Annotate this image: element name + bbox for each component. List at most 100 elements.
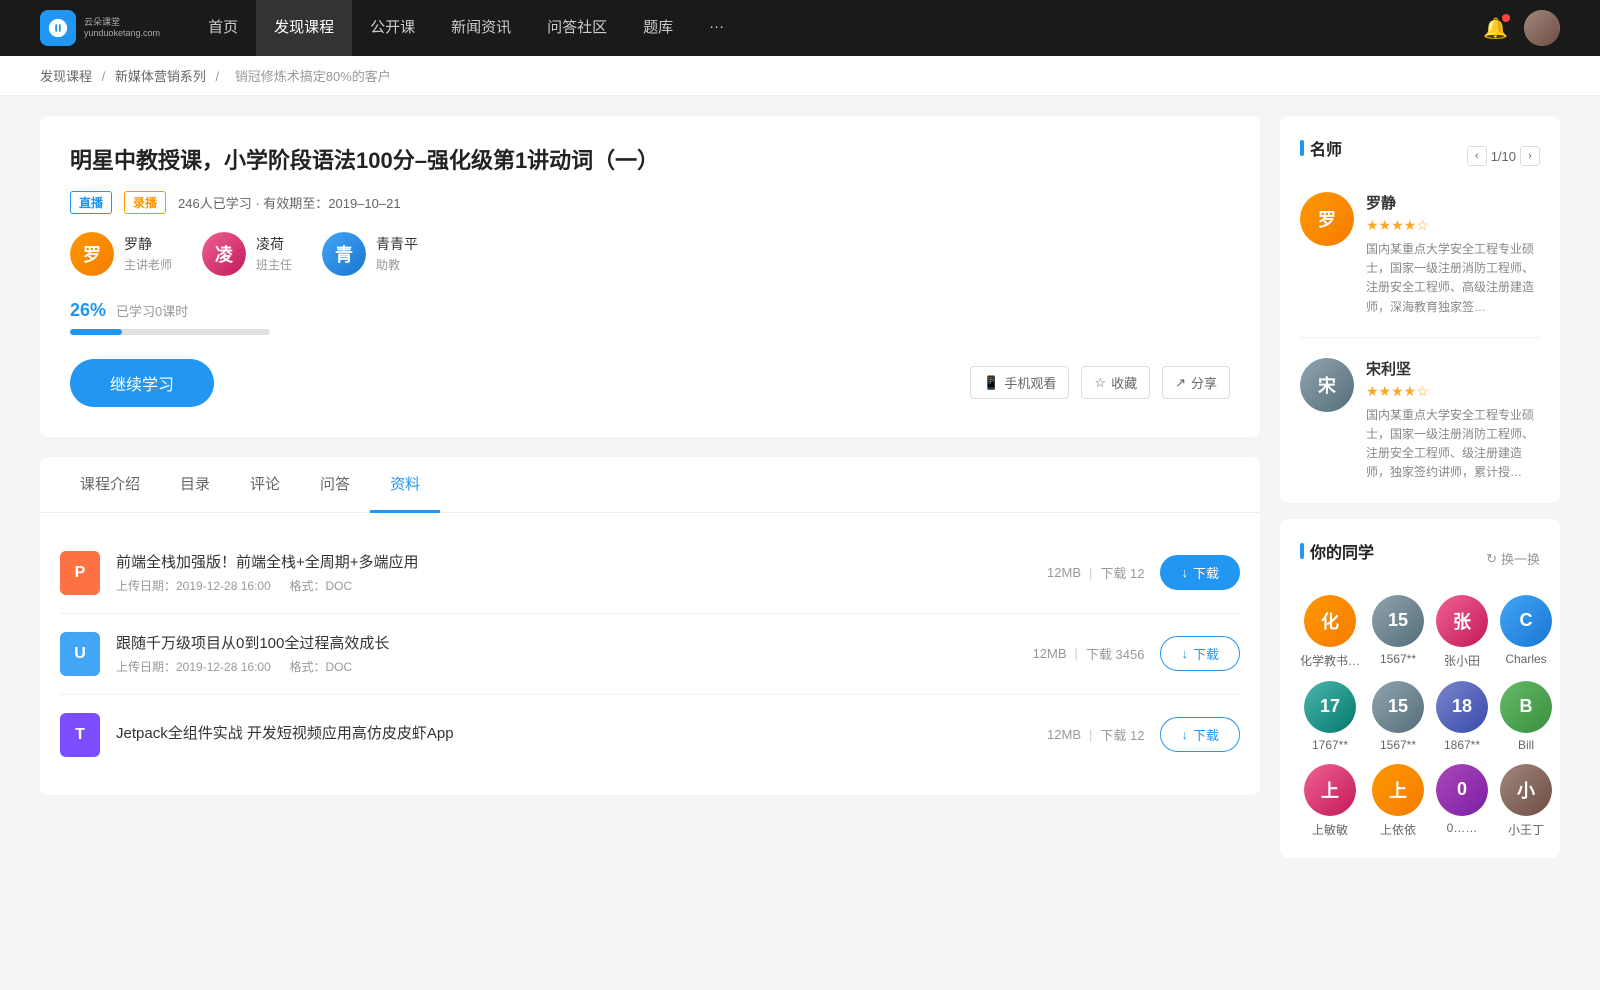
share-icon: ↗ — [1175, 375, 1186, 391]
file-name-0: 前端全栈加强版！前端全栈+全周期+多端应用 — [116, 551, 1031, 572]
course-card: 明星中教授课，小学阶段语法100分–强化级第1讲动词（一） 直播 录播 246人… — [40, 116, 1260, 437]
classmate-name-1: 1567** — [1380, 652, 1416, 666]
sidebar-teacher-info-0: 罗静 ★★★★☆ 国内某重点大学安全工程专业硕士，国家一级注册消防工程师、注册安… — [1366, 192, 1540, 317]
file-meta-0: 上传日期：2019-12-28 16:00 格式：DOC — [116, 577, 1031, 594]
star-icon: ☆ — [1094, 375, 1106, 391]
tab-qa[interactable]: 问答 — [300, 457, 370, 513]
tabs-header: 课程介绍 目录 评论 问答 资料 — [40, 457, 1260, 513]
progress-pct: 26% — [70, 300, 106, 321]
action-buttons: 📱 手机观看 ☆ 收藏 ↗ 分享 — [970, 366, 1230, 399]
file-stats-1: 12MB | 下载 3456 — [1033, 644, 1145, 663]
continue-button[interactable]: 继续学习 — [70, 359, 214, 407]
classmate-6[interactable]: 18 1867** — [1436, 681, 1488, 752]
classmate-name-4: 1767** — [1312, 738, 1348, 752]
classmate-11[interactable]: 小 小王丁 — [1500, 764, 1552, 838]
file-downloads-0: 下载 12 — [1100, 563, 1144, 582]
download-button-2[interactable]: ↓ 下载 — [1160, 717, 1240, 752]
nav-news[interactable]: 新闻资讯 — [433, 0, 529, 56]
nav-exam[interactable]: 题库 — [625, 0, 691, 56]
progress-bar-fill — [70, 329, 122, 335]
file-icon-1: U — [60, 632, 100, 676]
classmate-0[interactable]: 化 化学教书… — [1300, 595, 1360, 669]
tab-intro[interactable]: 课程介绍 — [60, 457, 160, 513]
nav-discover[interactable]: 发现课程 — [256, 0, 352, 56]
nav-open[interactable]: 公开课 — [352, 0, 433, 56]
breadcrumb-current: 销冠修炼术搞定80%的客户 — [235, 69, 391, 84]
classmate-3[interactable]: C Charles — [1500, 595, 1552, 669]
sidebar-teacher-1: 宋 宋利坚 ★★★★☆ 国内某重点大学安全工程专业硕士，国家一级注册消防工程师、… — [1300, 358, 1540, 483]
file-meta-1: 上传日期：2019-12-28 16:00 格式：DOC — [116, 658, 1017, 675]
breadcrumb-discover[interactable]: 发现课程 — [40, 69, 92, 84]
classmate-name-0: 化学教书… — [1300, 652, 1360, 669]
classmate-10[interactable]: 0 0…… — [1436, 764, 1488, 838]
sidebar-teachers-header: 名师 ‹ 1/10 › — [1300, 136, 1540, 176]
teacher-name-1: 凌荷 — [256, 234, 292, 254]
file-info-2: Jetpack全组件实战 开发短视频应用高仿皮皮虾App — [116, 722, 1031, 748]
teacher-avatar-0: 罗 — [70, 232, 114, 276]
progress-bar-bg — [70, 329, 270, 335]
file-item-0: P 前端全栈加强版！前端全栈+全周期+多端应用 上传日期：2019-12-28 … — [60, 533, 1240, 614]
classmate-5[interactable]: 15 1567** — [1372, 681, 1424, 752]
classmate-7[interactable]: B Bill — [1500, 681, 1552, 752]
classmate-name-11: 小王丁 — [1508, 821, 1544, 838]
collect-button[interactable]: ☆ 收藏 — [1081, 366, 1150, 399]
teachers-sidebar-card: 名师 ‹ 1/10 › 罗 罗静 ★★★★☆ 国内某重点大学安全工程专业硕士，国… — [1280, 116, 1560, 503]
classmate-8[interactable]: 上 上敏敏 — [1300, 764, 1360, 838]
teacher-name-0: 罗静 — [124, 234, 172, 254]
breadcrumb-series[interactable]: 新媒体营销系列 — [115, 69, 206, 84]
classmate-1[interactable]: 15 1567** — [1372, 595, 1424, 669]
classmate-name-2: 张小田 — [1444, 652, 1480, 669]
sidebar-teacher-desc-0: 国内某重点大学安全工程专业硕士，国家一级注册消防工程师、注册安全工程师、高级注册… — [1366, 240, 1540, 317]
refresh-button[interactable]: ↻ 换一换 — [1486, 549, 1540, 568]
nav-more[interactable]: ··· — [691, 0, 742, 56]
teacher-item-1: 凌 凌荷 班主任 — [202, 232, 292, 276]
share-label: 分享 — [1191, 373, 1217, 392]
classmate-name-10: 0…… — [1447, 821, 1478, 835]
logo-text: 云朵课堂 yunduoketang.com — [84, 17, 160, 39]
tab-review[interactable]: 评论 — [230, 457, 300, 513]
teacher-avatar-1: 凌 — [202, 232, 246, 276]
classmates-grid: 化 化学教书… 15 1567** 张 张小田 C Charles 17 1 — [1300, 595, 1540, 838]
notification-dot — [1502, 14, 1510, 22]
mobile-icon: 📱 — [983, 375, 999, 391]
file-size-0: 12MB — [1047, 565, 1081, 580]
classmate-4[interactable]: 17 1767** — [1300, 681, 1360, 752]
classmate-name-6: 1867** — [1444, 738, 1480, 752]
mobile-watch-button[interactable]: 📱 手机观看 — [970, 366, 1069, 399]
nav-home[interactable]: 首页 — [190, 0, 256, 56]
classmate-9[interactable]: 上 上依依 — [1372, 764, 1424, 838]
bell-button[interactable]: 🔔 — [1483, 16, 1508, 41]
classmate-name-5: 1567** — [1380, 738, 1416, 752]
navbar: 云朵课堂 yunduoketang.com 首页 发现课程 公开课 新闻资讯 问… — [0, 0, 1600, 56]
tab-toc[interactable]: 目录 — [160, 457, 230, 513]
nav-right: 🔔 — [1483, 10, 1560, 46]
sidebar-teacher-name-0: 罗静 — [1366, 192, 1540, 213]
page-next[interactable]: › — [1520, 146, 1540, 166]
user-avatar-img — [1524, 10, 1560, 46]
download-button-1[interactable]: ↓ 下载 — [1160, 636, 1240, 671]
breadcrumb: 发现课程 / 新媒体营销系列 / 销冠修炼术搞定80%的客户 — [0, 56, 1600, 96]
badge-record: 录播 — [124, 191, 166, 214]
sidebar-teacher-stars-1: ★★★★☆ — [1366, 383, 1540, 400]
file-downloads-1: 下载 3456 — [1086, 644, 1145, 663]
sidebar-teacher-stars-0: ★★★★☆ — [1366, 217, 1540, 234]
tabs-section: 课程介绍 目录 评论 问答 资料 P 前端全栈加强版！前端全栈+全周期+多端应用… — [40, 457, 1260, 795]
classmates-title: 你的同学 — [1300, 539, 1374, 563]
nav-qa[interactable]: 问答社区 — [529, 0, 625, 56]
course-title: 明星中教授课，小学阶段语法100分–强化级第1讲动词（一） — [70, 146, 1230, 177]
classmate-2[interactable]: 张 张小田 — [1436, 595, 1488, 669]
share-button[interactable]: ↗ 分享 — [1162, 366, 1230, 399]
sidebar-teacher-name-1: 宋利坚 — [1366, 358, 1540, 379]
teacher-role-2: 助教 — [376, 256, 418, 273]
user-avatar-nav[interactable] — [1524, 10, 1560, 46]
file-item-2: T Jetpack全组件实战 开发短视频应用高仿皮皮虾App 12MB | 下载… — [60, 695, 1240, 775]
tab-material[interactable]: 资料 — [370, 457, 440, 513]
file-stats-0: 12MB | 下载 12 — [1047, 563, 1144, 582]
course-meta-text: 246人已学习 · 有效期至：2019–10–21 — [178, 193, 401, 212]
teacher-role-1: 班主任 — [256, 256, 292, 273]
classmate-name-3: Charles — [1505, 652, 1546, 666]
logo[interactable]: 云朵课堂 yunduoketang.com — [40, 10, 160, 46]
page-prev[interactable]: ‹ — [1467, 146, 1487, 166]
download-button-0[interactable]: ↓ 下载 — [1160, 555, 1240, 590]
sidebar-teacher-desc-1: 国内某重点大学安全工程专业硕士，国家一级注册消防工程师、注册安全工程师、级注册建… — [1366, 406, 1540, 483]
